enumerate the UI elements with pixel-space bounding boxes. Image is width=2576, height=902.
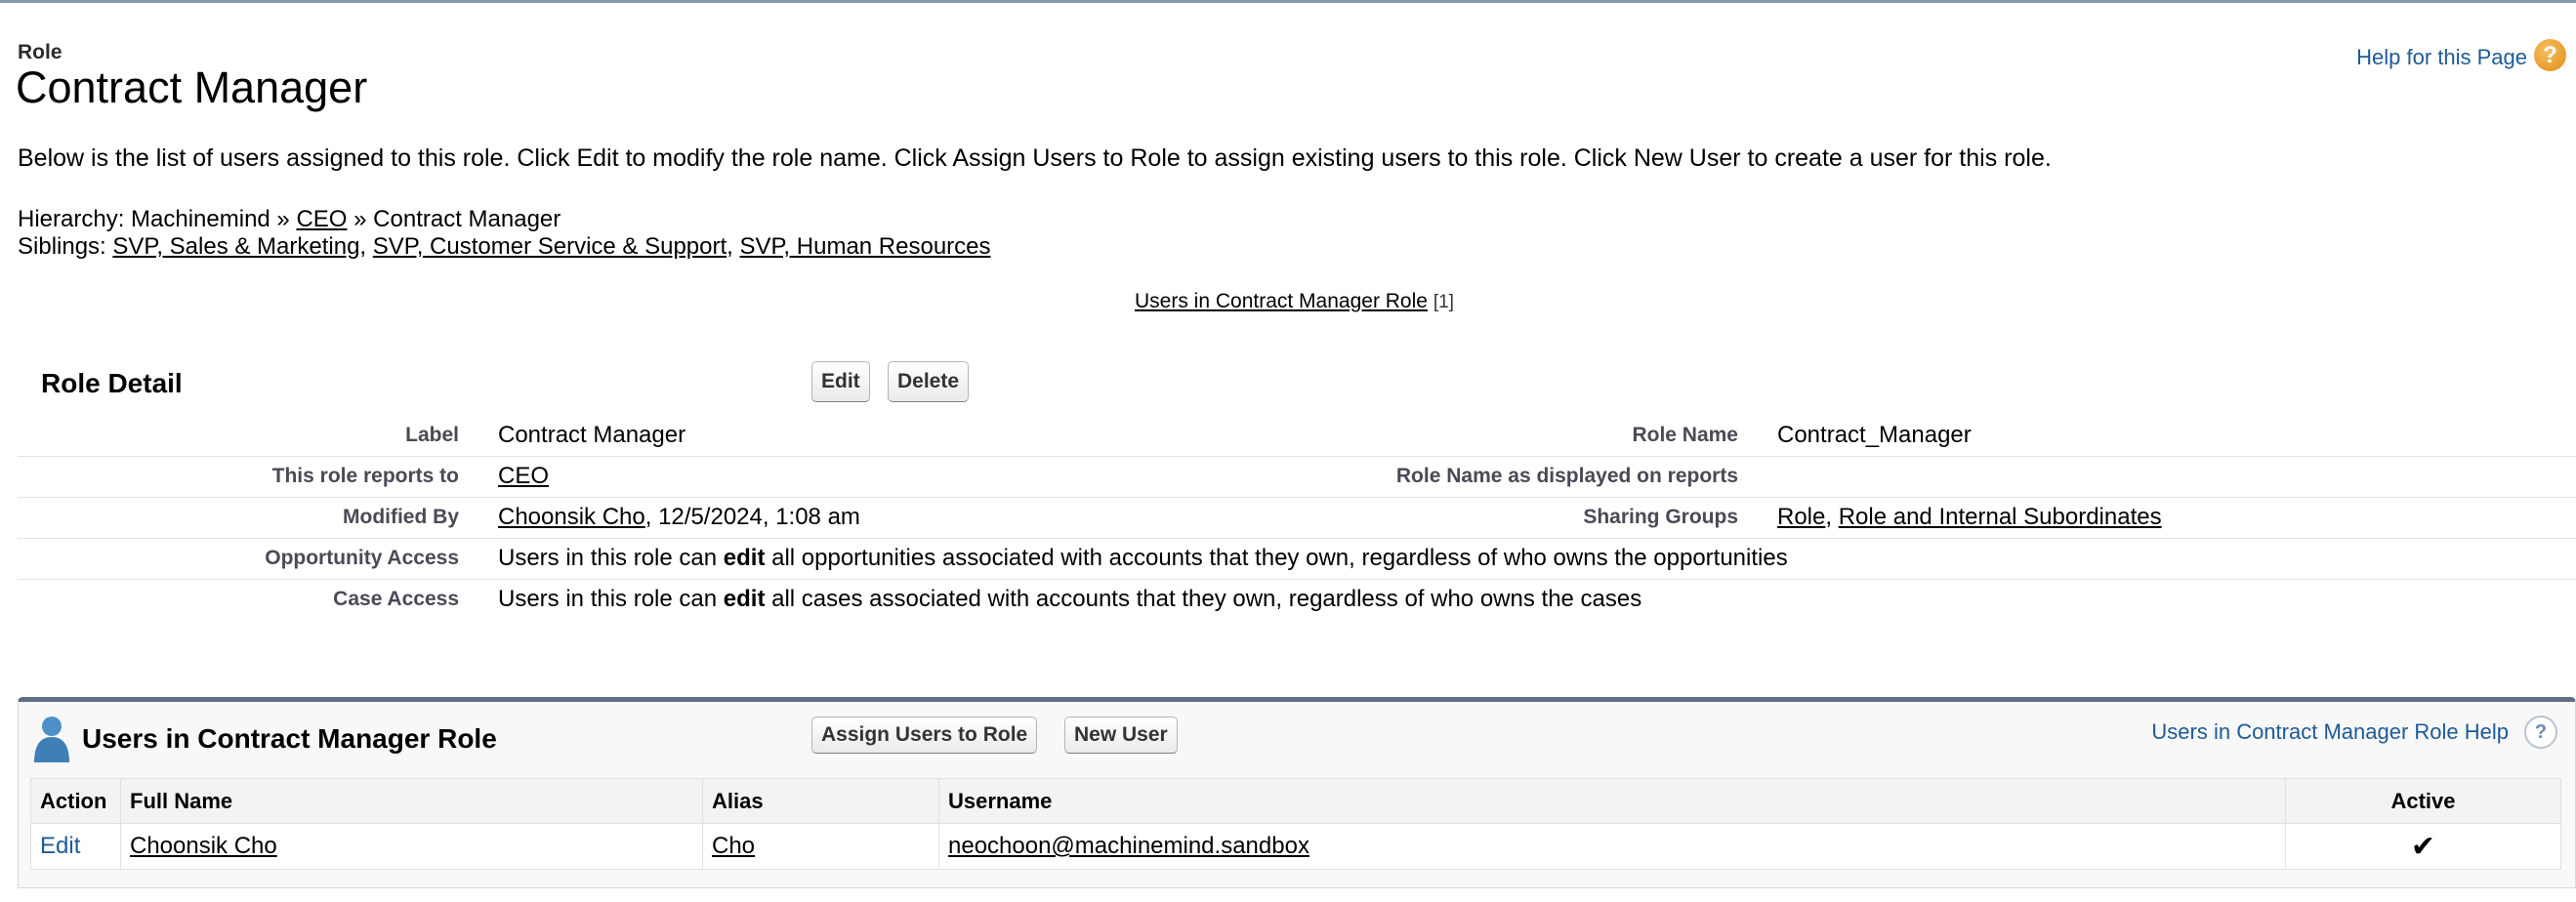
related-list-jump: Users in Contract Manager Role [1] [1135, 290, 1454, 313]
detail-row: Opportunity Access Users in this role ca… [18, 539, 2576, 580]
role-name-value: Contract_Manager [1777, 422, 1972, 448]
detail-row: Modified By Choonsik Cho, 12/5/2024, 1:0… [18, 498, 2576, 539]
users-list-help-link[interactable]: Users in Contract Manager Role Help [2151, 719, 2509, 745]
detail-row: Label Contract Manager Role Name Contrac… [18, 416, 2576, 457]
access-text: Users in this role can [498, 545, 724, 571]
opportunity-access-label: Opportunity Access [265, 547, 459, 569]
page-description: Below is the list of users assigned to t… [18, 144, 2052, 172]
sharing-group-role-link[interactable]: Role [1777, 504, 1825, 530]
role-detail-section: Label Contract Manager Role Name Contrac… [18, 416, 2576, 621]
edit-button[interactable]: Edit [811, 361, 870, 402]
username-cell: neochoon@machinemind.sandbox [938, 823, 2286, 870]
modified-by-user-link[interactable]: Choonsik Cho [498, 504, 645, 530]
help-icon[interactable]: ? [2524, 716, 2557, 749]
new-user-button[interactable]: New User [1064, 717, 1178, 754]
siblings-list: Siblings: SVP, Sales & Marketing, SVP, C… [18, 233, 991, 261]
reports-display-name-label: Role Name as displayed on reports [1395, 465, 1738, 487]
users-count: [1] [1433, 292, 1454, 312]
sharing-groups-label: Sharing Groups [1583, 506, 1738, 528]
col-full-name: Full Name [120, 778, 703, 824]
opportunity-access-value: Users in this role can edit all opportun… [498, 545, 1788, 572]
sharing-group-separator: , [1825, 504, 1833, 530]
action-cell: Edit [30, 823, 121, 870]
user-icon [34, 717, 69, 762]
modified-by-label: Modified By [343, 506, 459, 528]
active-cell: ✔ [2285, 823, 2561, 870]
assign-users-button[interactable]: Assign Users to Role [811, 717, 1038, 754]
col-alias: Alias [702, 778, 939, 824]
top-border [0, 0, 2576, 3]
help-for-page-link[interactable]: Help for this Page [2356, 45, 2527, 70]
access-text: Users in this role can [498, 586, 724, 612]
access-text: all opportunities associated with accoun… [765, 545, 1788, 571]
detail-row: This role reports to CEO Role Name as di… [18, 457, 2576, 498]
users-table: Action Full Name Alias Username Active E… [30, 778, 2561, 870]
hierarchy-prefix: Hierarchy: Machinemind » [18, 206, 290, 232]
sibling-separator: , [359, 233, 367, 260]
detail-row: Case Access Users in this role can edit … [18, 580, 2576, 621]
users-list-title: Users in Contract Manager Role [82, 723, 497, 754]
alias-cell: Cho [702, 823, 939, 870]
full-name-cell: Choonsik Cho [120, 823, 703, 870]
sharing-groups-value: Role, Role and Internal Subordinates [1777, 504, 2162, 531]
role-detail-title: Role Detail [41, 368, 183, 398]
user-full-name-link[interactable]: Choonsik Cho [130, 833, 277, 859]
reports-to-value: CEO [498, 463, 549, 490]
col-active: Active [2285, 778, 2561, 824]
access-text: all cases associated with accounts that … [765, 586, 1642, 612]
siblings-label: Siblings: [18, 233, 106, 260]
sibling-link-sales[interactable]: SVP, Sales & Marketing [112, 233, 359, 260]
label-field-label: Label [405, 424, 459, 446]
sharing-group-subordinates-link[interactable]: Role and Internal Subordinates [1839, 504, 2162, 530]
case-access-value: Users in this role can edit all cases as… [498, 586, 1641, 613]
users-related-list: Users in Contract Manager Role Assign Us… [18, 697, 2576, 888]
checkmark-icon: ✔ [2410, 830, 2436, 863]
table-row: Edit Choonsik Cho Cho neochoon@machinemi… [30, 823, 2561, 870]
col-action: Action [30, 778, 121, 824]
page-type-label: Role [18, 41, 62, 63]
modified-by-value: Choonsik Cho, 12/5/2024, 1:08 am [498, 504, 860, 531]
col-username: Username [938, 778, 2286, 824]
sibling-link-hr[interactable]: SVP, Human Resources [740, 233, 991, 260]
case-access-label: Case Access [333, 588, 459, 610]
hierarchy-current: Contract Manager [373, 206, 561, 232]
reports-to-ceo-link[interactable]: CEO [498, 463, 549, 489]
hierarchy-breadcrumb: Hierarchy: Machinemind » CEO » Contract … [18, 206, 561, 233]
page-title: Contract Manager [16, 62, 368, 112]
label-field-value: Contract Manager [498, 422, 686, 448]
username-link[interactable]: neochoon@machinemind.sandbox [948, 833, 1309, 859]
modified-by-date: , 12/5/2024, 1:08 am [644, 504, 860, 530]
sibling-link-customer-service[interactable]: SVP, Customer Service & Support [373, 233, 727, 260]
reports-to-label: This role reports to [271, 465, 459, 487]
role-name-label: Role Name [1632, 424, 1738, 446]
help-icon[interactable]: ? [2534, 39, 2566, 71]
hierarchy-ceo-link[interactable]: CEO [296, 206, 347, 232]
table-header-row: Action Full Name Alias Username Active [30, 778, 2561, 824]
hierarchy-separator: » [353, 206, 367, 232]
users-in-role-jump-link[interactable]: Users in Contract Manager Role [1135, 290, 1428, 312]
sibling-separator: , [727, 233, 733, 260]
access-level: edit [723, 586, 766, 612]
row-edit-link[interactable]: Edit [40, 833, 80, 859]
delete-button[interactable]: Delete [888, 361, 970, 402]
user-alias-link[interactable]: Cho [712, 833, 755, 859]
access-level: edit [723, 545, 766, 571]
